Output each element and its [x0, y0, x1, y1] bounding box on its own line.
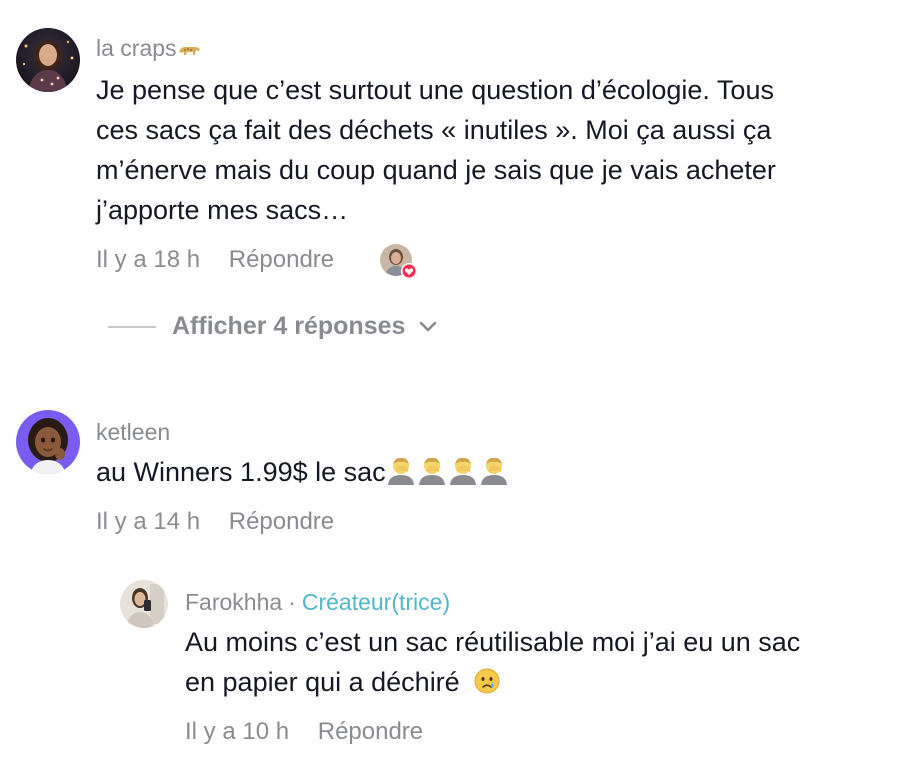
avatar-woman-city-night-icon [16, 28, 80, 92]
comment-meta: Il y a 18 h Répondre [96, 245, 334, 275]
separator-dot: · [288, 589, 296, 615]
avatar[interactable] [120, 580, 168, 628]
creator-badge: Créateur(trice) [301, 589, 451, 615]
avatar-woman-mirror-selfie-icon [120, 580, 168, 628]
comment-text: au Winners 1.99$ le sac [96, 452, 510, 496]
username[interactable]: Farokhha · Créateur(trice) [185, 588, 450, 616]
comment-time: Il y a 10 h [185, 718, 290, 745]
show-replies-label[interactable]: Afficher 4 réponses [172, 312, 405, 341]
comment-text: Je pense que c’est surtout une question … [96, 70, 776, 230]
replies-divider-line [108, 325, 156, 328]
creator-liked-badge [380, 244, 417, 279]
comment-meta: Il y a 10 h Répondre [185, 717, 423, 747]
username[interactable]: ketleen [96, 418, 170, 446]
comment-text-line: au Winners 1.99$ le sac [96, 457, 386, 487]
avatar[interactable] [16, 410, 80, 474]
avatar[interactable] [16, 28, 80, 92]
comment-text-line: Je pense que c’est surtout une question … [96, 75, 774, 105]
comment-text: Au moins c’est un sac réutilisable moi j… [185, 622, 800, 706]
comment-text-line: m’énerve mais du coup quand je sais que … [96, 155, 776, 185]
comment-time: Il y a 14 h [96, 508, 201, 535]
username[interactable]: la craps [96, 34, 201, 66]
reply-button[interactable]: Répondre [229, 508, 334, 535]
crying-face-icon [473, 666, 501, 706]
facepalm-icon [386, 455, 510, 496]
comment-meta: Il y a 14 h Répondre [96, 507, 334, 537]
avatar-memoji-woman-icon [16, 410, 80, 474]
show-replies-button[interactable]: Afficher 4 réponses [108, 312, 437, 341]
reply-button[interactable]: Répondre [229, 246, 334, 273]
username-text[interactable]: ketleen [96, 419, 170, 445]
comment-text-line: Au moins c’est un sac réutilisable moi j… [185, 627, 801, 657]
username-text[interactable]: la craps [96, 35, 177, 61]
reply-button[interactable]: Répondre [318, 718, 423, 745]
leopard-icon [177, 38, 201, 66]
comment-time: Il y a 18 h [96, 246, 201, 273]
username-text[interactable]: Farokhha [185, 589, 282, 615]
chevron-down-icon [419, 321, 437, 333]
comment-text-line: j’apporte mes sacs… [96, 195, 349, 225]
comment-text-line: ces sacs ça fait des déchets « inutiles … [96, 115, 772, 145]
comment-text-line: en papier qui a déchiré [185, 667, 460, 697]
